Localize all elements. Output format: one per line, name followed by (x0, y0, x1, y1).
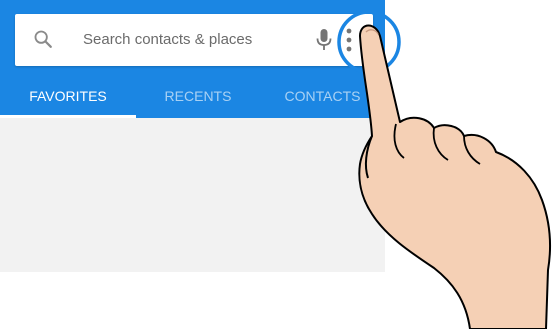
search-input[interactable]: Search contacts & places (83, 31, 252, 48)
tab-bar: FAVORITES RECENTS CONTACTS (0, 78, 385, 118)
tab-recents[interactable]: RECENTS (136, 78, 260, 118)
favorites-content-area (0, 118, 385, 272)
phone-app-screen: Search contacts & places FAVORITES RECEN… (0, 0, 385, 272)
app-bar: Search contacts & places FAVORITES RECEN… (0, 0, 385, 118)
pointing-hand-icon (358, 24, 551, 329)
tab-favorites[interactable]: FAVORITES (0, 78, 136, 118)
search-bar[interactable]: Search contacts & places (15, 14, 373, 66)
search-icon[interactable] (32, 28, 54, 50)
